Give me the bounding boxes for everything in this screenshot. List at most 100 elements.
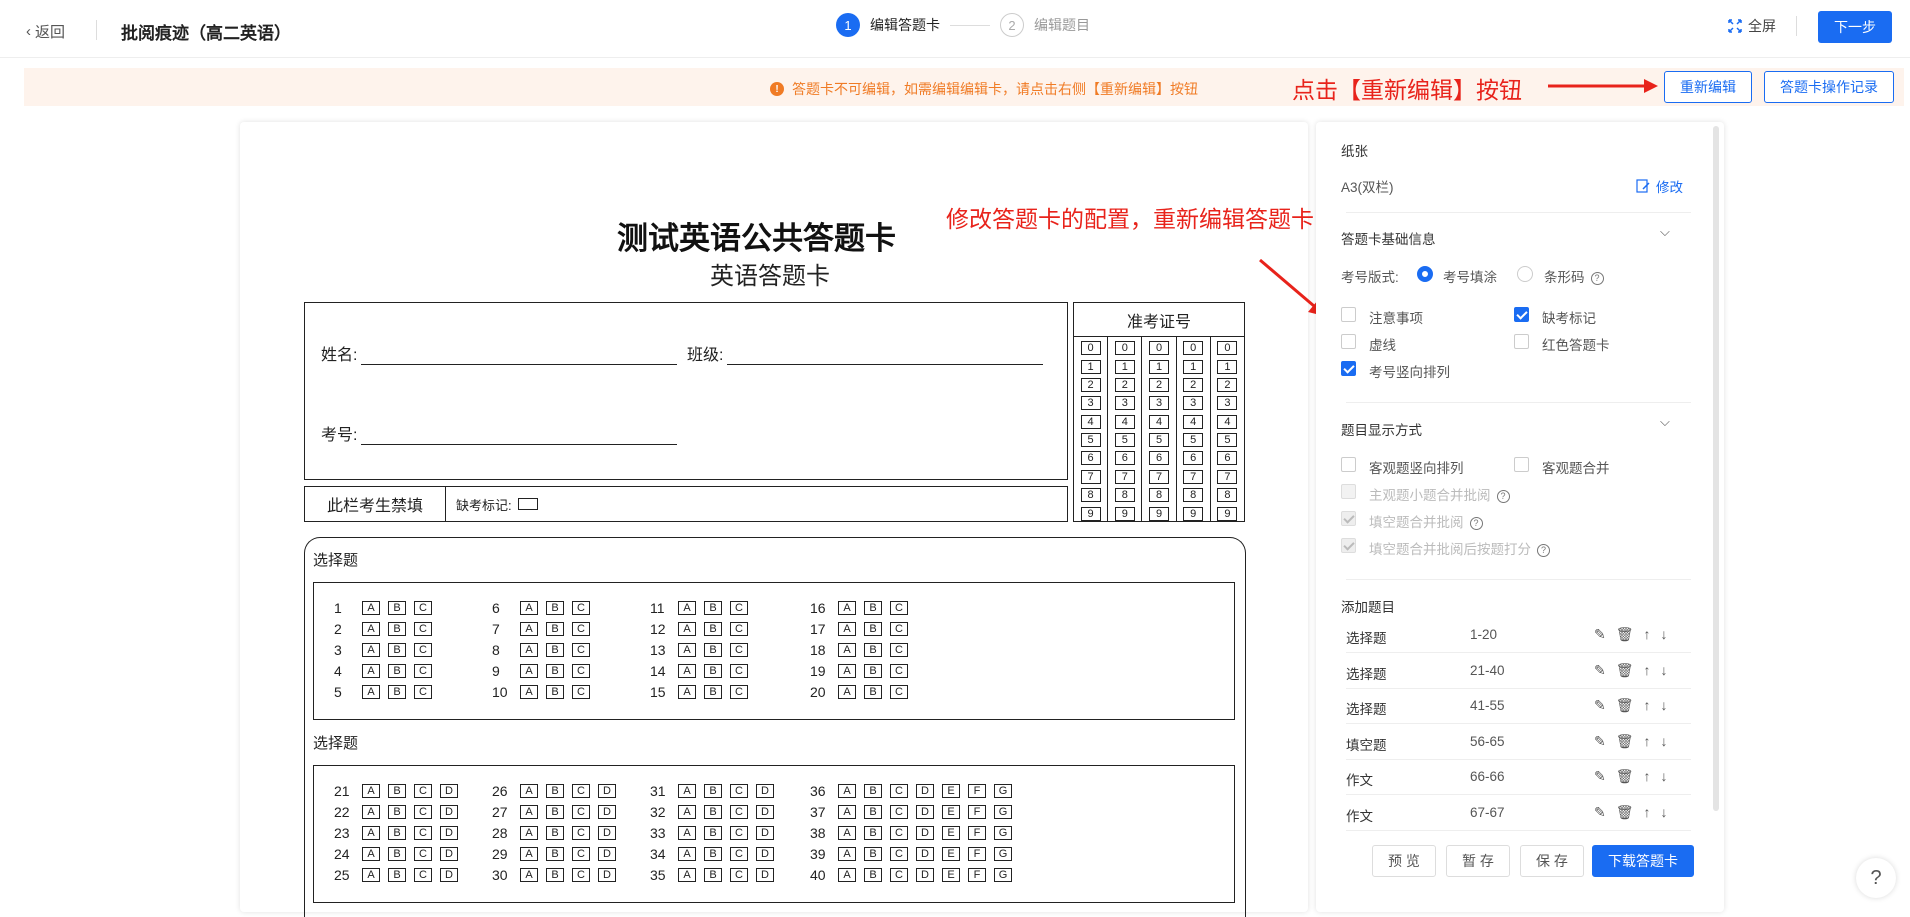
- digit-bubble: 1: [1183, 359, 1204, 374]
- option-bubble: A: [838, 600, 856, 615]
- option-bubble: B: [388, 846, 406, 861]
- arrow-down-icon[interactable]: ↓: [1661, 768, 1668, 785]
- checkbox-subj-merge[interactable]: [1341, 484, 1356, 499]
- option-bubble: C: [414, 867, 432, 882]
- arrow-down-icon[interactable]: ↓: [1661, 697, 1668, 714]
- digit-bubble: 5: [1183, 433, 1204, 448]
- edit-icon[interactable]: ✎: [1594, 804, 1606, 821]
- option-bubble: E: [942, 846, 960, 861]
- step-connector: [950, 24, 990, 26]
- question-row: 16 A B C: [810, 597, 916, 618]
- arrow-down-icon[interactable]: ↓: [1661, 662, 1668, 679]
- checkbox-fill-merge[interactable]: [1341, 511, 1356, 526]
- checkbox-fill-merge-score[interactable]: [1341, 538, 1356, 553]
- checkbox-dashed[interactable]: [1341, 334, 1356, 349]
- option-bubble: A: [678, 783, 696, 798]
- help-button[interactable]: ?: [1856, 858, 1896, 898]
- step-2-label[interactable]: 编辑题目: [1034, 15, 1090, 35]
- section1-title: 选择题: [313, 552, 359, 569]
- help-circle-icon[interactable]: ?: [1590, 271, 1604, 285]
- checkbox-red[interactable]: [1514, 334, 1529, 349]
- modify-label: 修改: [1656, 180, 1683, 195]
- preview-button[interactable]: 预 览: [1372, 845, 1436, 877]
- edit-icon[interactable]: ✎: [1594, 733, 1606, 750]
- radio-barcode[interactable]: [1517, 266, 1533, 282]
- option-bubble: A: [520, 684, 538, 699]
- save-button[interactable]: 保 存: [1520, 845, 1584, 877]
- paper-value: A3(双栏): [1341, 180, 1394, 195]
- option-bubble: D: [756, 846, 774, 861]
- checkbox-obj-vertical[interactable]: [1341, 457, 1356, 472]
- arrow-down-icon[interactable]: ↓: [1661, 626, 1668, 643]
- option-bubble: C: [572, 804, 590, 819]
- chevron-down-icon[interactable]: ⌵: [1660, 414, 1670, 430]
- next-step-button[interactable]: 下一步: [1818, 11, 1892, 43]
- help-circle-icon[interactable]: ?: [1469, 516, 1483, 530]
- delete-icon[interactable]: 🗑: [1616, 626, 1634, 643]
- question-row: 33 A B C D: [650, 822, 782, 843]
- card-log-button[interactable]: 答题卡操作记录: [1764, 71, 1894, 103]
- digit-bubble: 6: [1114, 451, 1135, 466]
- checkbox-absent[interactable]: [1514, 307, 1529, 322]
- edit-icon[interactable]: ✎: [1594, 697, 1606, 714]
- stepper: 1 编辑答题卡 2 编辑题目: [836, 13, 1090, 37]
- download-card-button[interactable]: 下载答题卡: [1592, 845, 1694, 877]
- arrow-up-icon[interactable]: ↑: [1644, 662, 1651, 679]
- edit-icon[interactable]: ✎: [1594, 626, 1606, 643]
- option-bubble: C: [730, 642, 748, 657]
- delete-icon[interactable]: 🗑: [1616, 662, 1634, 679]
- option-bubble: F: [968, 867, 986, 882]
- digit-bubble: 8: [1114, 488, 1135, 503]
- option-bubble: B: [388, 825, 406, 840]
- question-number: 22: [334, 803, 350, 820]
- step-1-label[interactable]: 编辑答题卡: [870, 15, 940, 35]
- back-button[interactable]: ‹ 返回: [26, 21, 65, 42]
- delete-icon[interactable]: 🗑: [1616, 697, 1634, 714]
- arrow-up-icon[interactable]: ↑: [1644, 626, 1651, 643]
- fullscreen-button[interactable]: 全屏: [1728, 16, 1776, 36]
- option-bubble: B: [704, 846, 722, 861]
- edit-icon[interactable]: ✎: [1594, 662, 1606, 679]
- question-number: 36: [810, 782, 826, 799]
- checkbox-obj-vertical-label: 客观题竖向排列: [1369, 461, 1464, 476]
- reedit-button[interactable]: 重新编辑: [1664, 71, 1752, 103]
- checkbox-vertical-examno[interactable]: [1341, 361, 1356, 376]
- option-bubble: A: [678, 867, 696, 882]
- question-list-row: 填空题 56-65 ✎ 🗑 ↑ ↓: [1346, 725, 1691, 760]
- help-circle-icon[interactable]: ?: [1537, 543, 1550, 557]
- option-bubble: C: [414, 783, 432, 798]
- modify-paper-button[interactable]: 修改: [1636, 176, 1683, 196]
- question-row: 12 A B C: [650, 618, 756, 639]
- checkbox-obj-merge[interactable]: [1514, 457, 1529, 472]
- delete-icon[interactable]: 🗑: [1616, 733, 1634, 750]
- checkbox-notice[interactable]: [1341, 307, 1356, 322]
- arrow-down-icon[interactable]: ↓: [1661, 733, 1668, 750]
- forbid-label: 此栏考生禁填: [305, 487, 446, 521]
- option-bubble: D: [756, 867, 774, 882]
- question-row: 6 ABC: [492, 597, 598, 618]
- temp-save-button[interactable]: 暂 存: [1446, 845, 1510, 877]
- digit-bubble: 2: [1183, 377, 1204, 392]
- option-bubble: C: [890, 621, 908, 636]
- option-bubble: A: [678, 663, 696, 678]
- option-bubble: B: [864, 642, 882, 657]
- question-number: 11: [650, 599, 665, 616]
- exam-number-columns: 0123456789012345678901234567890123456789…: [1074, 337, 1244, 521]
- option-bubble: A: [362, 804, 380, 819]
- panel-scrollbar[interactable]: [1713, 126, 1719, 811]
- arrow-up-icon[interactable]: ↑: [1644, 768, 1651, 785]
- arrow-up-icon[interactable]: ↑: [1644, 733, 1651, 750]
- option-bubble: D: [440, 846, 458, 861]
- delete-icon[interactable]: 🗑: [1616, 804, 1634, 821]
- arrow-up-icon[interactable]: ↑: [1644, 804, 1651, 821]
- checkbox-absent-label: 缺考标记: [1542, 311, 1596, 326]
- delete-icon[interactable]: 🗑: [1616, 768, 1634, 785]
- subj-merge-text: 主观题小题合并批阅: [1369, 488, 1491, 503]
- help-circle-icon[interactable]: ?: [1496, 489, 1510, 503]
- option-bubble: B: [388, 867, 406, 882]
- arrow-up-icon[interactable]: ↑: [1644, 697, 1651, 714]
- edit-icon[interactable]: ✎: [1594, 768, 1606, 785]
- arrow-down-icon[interactable]: ↓: [1661, 804, 1668, 821]
- radio-fill[interactable]: [1417, 266, 1433, 282]
- chevron-down-icon[interactable]: ⌵: [1660, 224, 1670, 240]
